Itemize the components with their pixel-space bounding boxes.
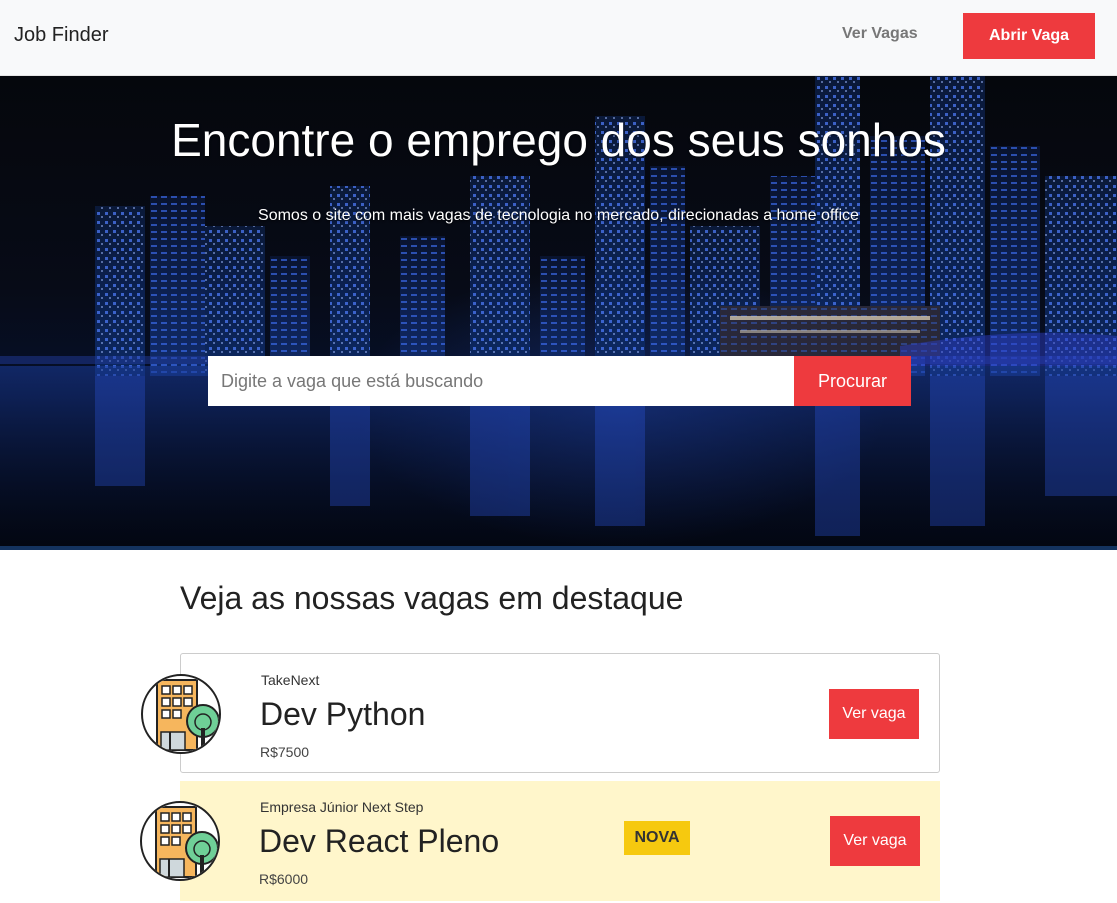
job-search-input[interactable] [208, 356, 794, 406]
ver-vagas-link[interactable]: Ver Vagas [842, 25, 918, 43]
brand-logo-link[interactable]: Job Finder [14, 24, 109, 47]
company-name: TakeNext [261, 672, 320, 688]
job-salary: R$7500 [260, 744, 310, 760]
abrir-vaga-button[interactable]: Abrir Vaga [963, 13, 1095, 59]
company-name: Empresa Júnior Next Step [260, 799, 424, 815]
navbar: Job Finder Ver Vagas Abrir Vaga [0, 0, 1117, 76]
featured-section-title: Veja as nossas vagas em destaque [180, 580, 684, 616]
job-title: Dev React Pleno [259, 823, 500, 859]
ver-vaga-button[interactable]: Ver vaga [830, 816, 920, 866]
new-badge: NOVA [624, 821, 690, 855]
hero-subtitle: Somos o site com mais vagas de tecnologi… [258, 207, 859, 224]
hero-banner: Encontre o emprego dos seus sonhos Somos… [0, 76, 1117, 550]
search-button[interactable]: Procurar [794, 356, 911, 406]
hero-title: Encontre o emprego dos seus sonhos [171, 114, 946, 166]
job-title: Dev Python [260, 696, 426, 732]
building-tree-icon [140, 801, 220, 881]
building-tree-icon [141, 674, 221, 754]
job-salary: R$6000 [259, 871, 309, 887]
ver-vaga-button[interactable]: Ver vaga [829, 689, 919, 739]
job-card-new: Empresa Júnior Next Step Dev React Pleno… [140, 781, 940, 901]
job-card: TakeNext Dev Python R$7500 Ver vaga [141, 653, 940, 773]
